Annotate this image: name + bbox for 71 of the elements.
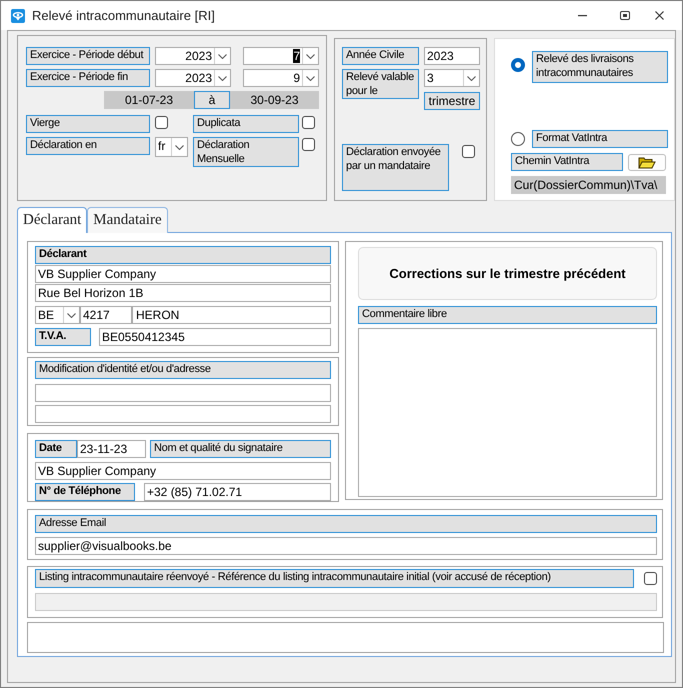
tab[interactable]: Déclarant — [17, 207, 88, 233]
field-label: Modification d'identité et/ou d'adresse — [35, 361, 331, 379]
checkbox[interactable] — [302, 116, 315, 129]
field-label: Vierge — [26, 115, 150, 133]
field-label: Déclaration envoyée par un mandataire — [342, 144, 449, 191]
path-field: Cur(DossierCommun)\Tva\ — [511, 176, 666, 194]
field-label: Format VatIntra — [532, 130, 668, 148]
radio-button[interactable] — [511, 58, 525, 72]
text-field[interactable]: VB Supplier Company — [35, 462, 331, 480]
field-label: Duplicata — [193, 115, 299, 133]
field-label: Nom et qualité du signataire — [150, 440, 331, 458]
checkbox[interactable] — [462, 145, 475, 158]
field-label: à — [194, 91, 230, 109]
maximize-icon[interactable] — [620, 11, 630, 20]
field-label: Déclarant — [35, 246, 331, 264]
field-label: Exercice - Période début — [26, 47, 150, 65]
caret-icon — [306, 76, 315, 80]
field-label: Relevé des livraisons intracommunautaires — [532, 51, 668, 83]
field-label: Exercice - Période fin — [26, 69, 150, 87]
caret-icon — [218, 76, 227, 80]
checkbox[interactable] — [155, 116, 168, 129]
field-label: Listing intracommunautaire réenvoyé - Référence du listing intracommunautaire initial (voir accusé de réception) — [35, 569, 634, 588]
field-label: trimestre — [424, 92, 480, 110]
field-label: N° de Téléphone — [35, 483, 135, 501]
dropdown[interactable]: 2023 — [155, 47, 231, 65]
dropdown[interactable]: BE — [35, 306, 80, 324]
minimize-icon[interactable] — [578, 14, 587, 16]
text-field[interactable]: 2023 — [424, 47, 480, 65]
field-label: Année Civile — [342, 47, 419, 65]
reference-field[interactable] — [35, 593, 657, 611]
field-label: Adresse Email — [35, 515, 657, 533]
section-heading: Corrections sur le trimestre précédent — [358, 247, 657, 300]
dropdown[interactable]: 9 — [243, 69, 319, 87]
text-field[interactable]: HERON — [132, 306, 331, 324]
checkbox[interactable] — [644, 572, 657, 585]
field-label: Relevé valable pour le — [342, 69, 419, 99]
date-to: 30-09-23 — [230, 91, 319, 109]
dropdown[interactable]: 7 — [243, 47, 319, 65]
checkbox[interactable] — [302, 138, 315, 151]
text-field[interactable] — [35, 384, 331, 402]
selected-text: 7 — [293, 49, 300, 63]
field-label: Date — [35, 440, 77, 458]
field-label: T.V.A. — [35, 328, 91, 346]
caret-icon — [467, 76, 476, 80]
folder-icon — [638, 156, 656, 168]
dropdown[interactable]: fr — [155, 137, 188, 157]
caret-icon — [175, 144, 184, 150]
dropdown[interactable]: 3 — [424, 69, 480, 87]
text-field[interactable]: BE0550412345 — [99, 328, 331, 346]
field-label: Commentaire libre — [358, 306, 657, 324]
caret-icon — [67, 312, 76, 318]
radio-button[interactable] — [511, 132, 525, 146]
text-field[interactable]: Rue Bel Horizon 1B — [35, 284, 331, 302]
text-field[interactable]: 4217 — [80, 306, 132, 324]
text-field[interactable] — [35, 405, 331, 423]
text-field[interactable]: supplier@visualbooks.be — [35, 537, 657, 555]
browse-button[interactable] — [628, 154, 666, 170]
app-icon — [11, 8, 25, 22]
date-from: 01-07-23 — [104, 91, 194, 109]
tab[interactable]: Mandataire — [87, 207, 168, 233]
field-label: Déclaration en — [26, 137, 150, 155]
dropdown[interactable]: 2023 — [155, 69, 231, 87]
text-field[interactable]: 23-11-23 — [77, 440, 146, 458]
field-label: Chemin VatIntra — [511, 153, 623, 171]
caret-icon — [306, 54, 315, 58]
window-title: Relevé intracommunautaire [RI] — [32, 6, 215, 25]
close-icon[interactable] — [655, 11, 664, 20]
text-field[interactable]: VB Supplier Company — [35, 265, 331, 283]
caret-icon — [218, 54, 227, 58]
field-label: Déclaration Mensuelle — [193, 137, 299, 167]
text-field[interactable]: +32 (85) 71.02.71 — [144, 483, 331, 501]
